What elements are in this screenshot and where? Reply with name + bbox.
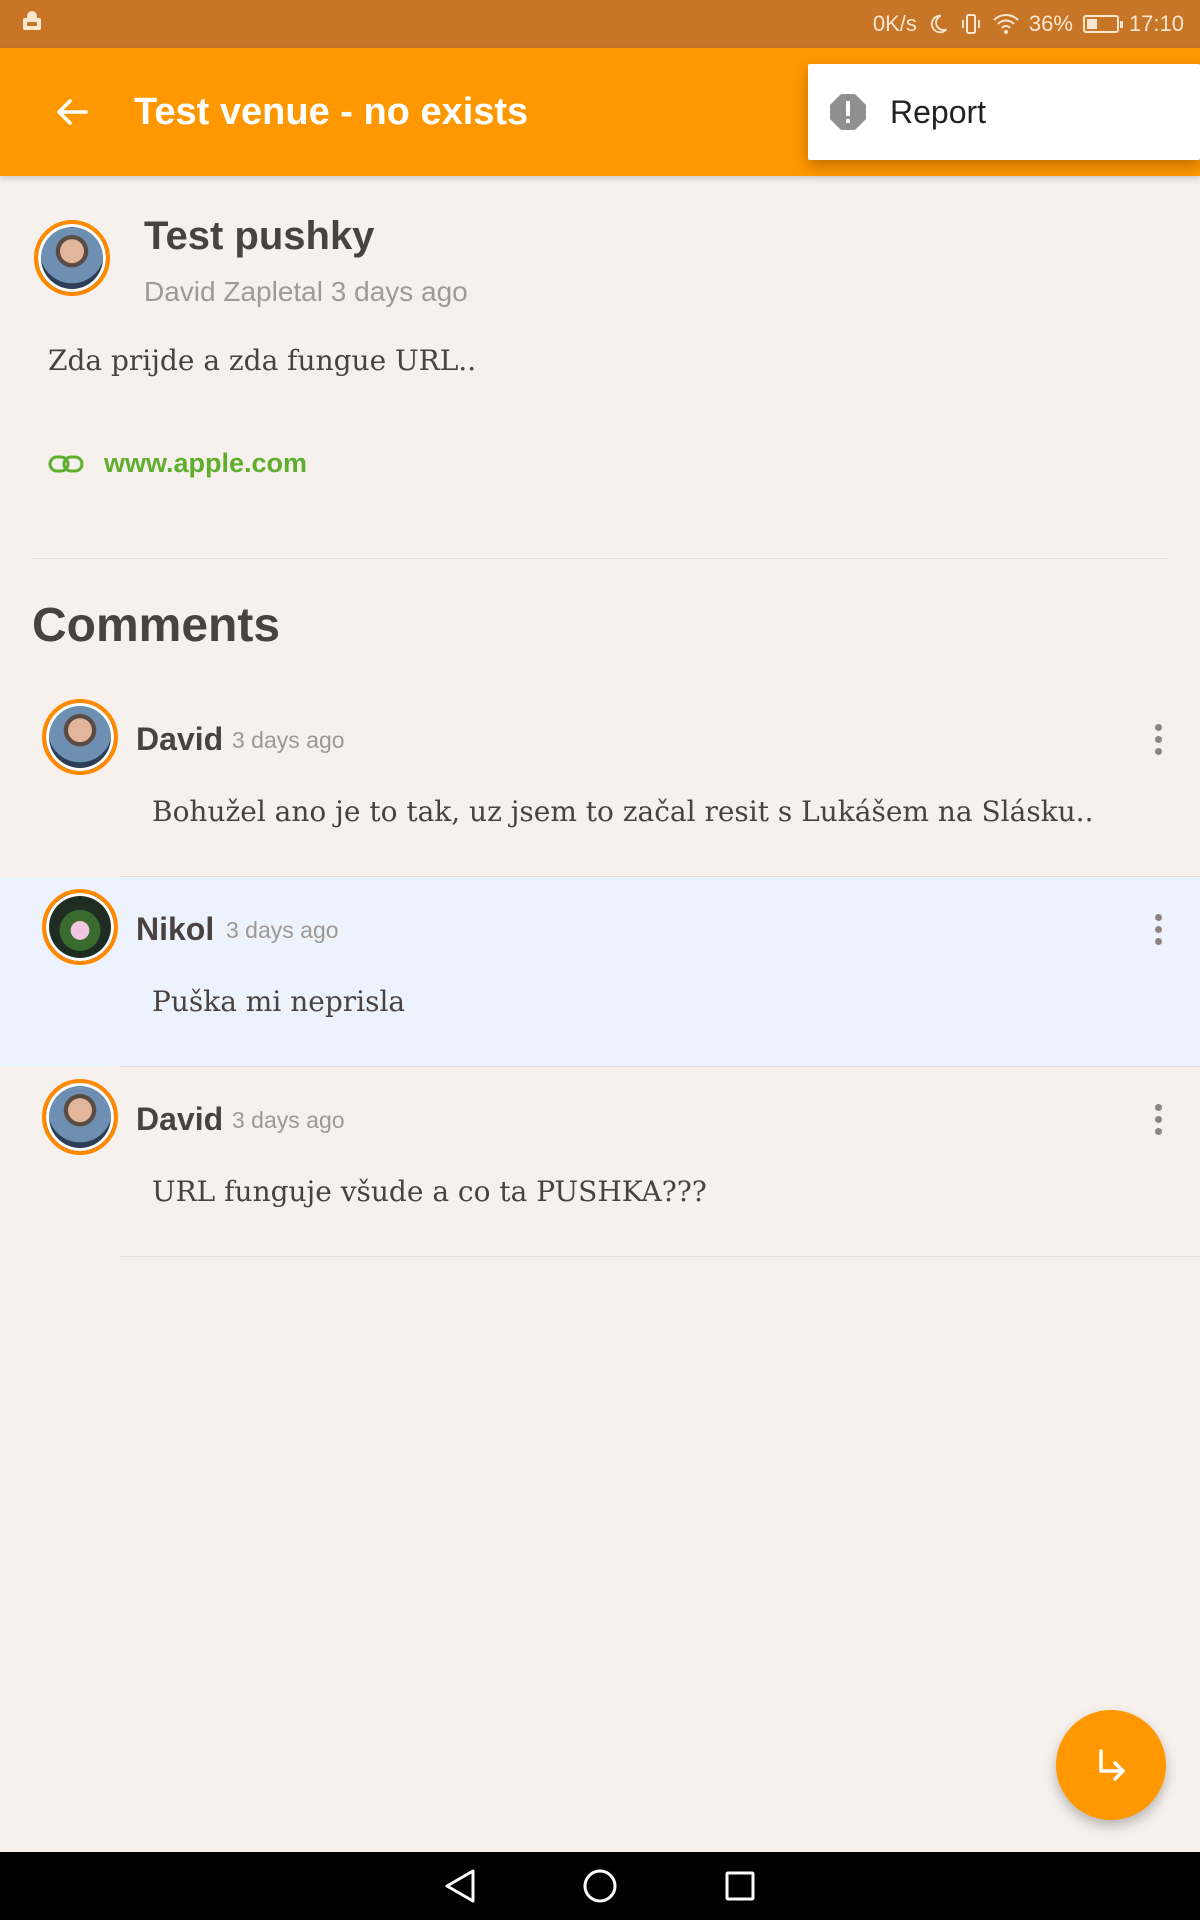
post-author: David Zapletal — [144, 276, 323, 307]
battery-icon — [1082, 15, 1123, 33]
comment-author[interactable]: Nikol — [136, 911, 214, 948]
comment-author[interactable]: David — [136, 721, 223, 758]
moon-icon — [927, 13, 949, 35]
arrow-left-icon — [57, 99, 88, 125]
post-title: Test pushky — [144, 214, 375, 258]
comment-time: 3 days ago — [232, 727, 345, 753]
comments-heading: Comments — [32, 599, 281, 652]
dot-icon — [1154, 913, 1162, 921]
recents-square-icon — [725, 1871, 755, 1901]
more-options-button[interactable] — [1134, 1095, 1182, 1143]
dot-icon — [1154, 937, 1162, 945]
comment-item: David 3 days ago Bohužel ano je to tak, … — [0, 687, 1200, 877]
comment-time: 3 days ago — [226, 917, 339, 943]
comment-text: Puška mi neprisla — [152, 985, 406, 1018]
dot-icon — [1154, 735, 1162, 743]
menu-item-label: Report — [890, 93, 987, 130]
wifi-icon — [993, 13, 1019, 35]
dot-icon — [1154, 723, 1162, 731]
system-nav-bar — [0, 1852, 1200, 1920]
post-time: 3 days ago — [330, 276, 468, 307]
nav-home-button[interactable] — [575, 1861, 625, 1911]
avatar[interactable] — [42, 699, 118, 775]
back-triangle-icon — [445, 1869, 475, 1903]
comment-item: Nikol 3 days ago Puška mi neprisla — [0, 877, 1200, 1067]
more-options-button[interactable] — [1134, 715, 1182, 763]
status-right: 0K/s 36% 17:10 — [873, 11, 1184, 37]
dot-icon — [1154, 1127, 1162, 1135]
divider — [120, 1256, 1200, 1257]
clock: 17:10 — [1128, 11, 1184, 36]
post-body: Zda prijde a zda fungue URL.. — [48, 344, 477, 377]
reply-arrow-icon — [1099, 1749, 1125, 1781]
divider — [32, 558, 1168, 559]
dot-icon — [1154, 925, 1162, 933]
reply-fab-button[interactable] — [1056, 1710, 1166, 1820]
post-link[interactable]: www.apple.com — [48, 448, 307, 479]
more-options-button[interactable] — [1134, 905, 1182, 953]
comment-author[interactable]: David — [136, 1101, 223, 1138]
avatar[interactable] — [34, 220, 110, 296]
alert-octagon-icon — [830, 94, 866, 130]
page-title: Test venue - no exists — [134, 90, 529, 133]
comment-item: David 3 days ago URL funguje všude a co … — [0, 1067, 1200, 1257]
post-meta: David Zapletal 3 days ago — [144, 276, 468, 308]
home-circle-icon — [583, 1869, 617, 1903]
status-left — [20, 9, 44, 39]
link-icon — [48, 455, 84, 472]
comment-text: URL funguje všude a co ta PUSHKA??? — [152, 1175, 707, 1208]
back-button[interactable] — [36, 76, 108, 148]
avatar[interactable] — [42, 889, 118, 965]
nav-back-button[interactable] — [435, 1861, 485, 1911]
dot-icon — [1154, 747, 1162, 755]
comment-time: 3 days ago — [232, 1107, 345, 1133]
vibrate-icon — [959, 12, 983, 36]
dot-icon — [1154, 1103, 1162, 1111]
battery-percent: 36% — [1028, 11, 1073, 36]
comment-text: Bohužel ano je to tak, uz jsem to začal … — [152, 795, 1094, 828]
overflow-menu-item-report[interactable]: Report — [808, 64, 1200, 160]
dot-icon — [1154, 1115, 1162, 1123]
status-bar: 0K/s 36% 17:10 — [0, 0, 1200, 48]
notification-app-icon — [20, 9, 44, 39]
nav-recents-button[interactable] — [715, 1861, 765, 1911]
network-speed: 0K/s — [872, 11, 917, 36]
avatar[interactable] — [42, 1079, 118, 1155]
link-text: www.apple.com — [104, 448, 308, 478]
